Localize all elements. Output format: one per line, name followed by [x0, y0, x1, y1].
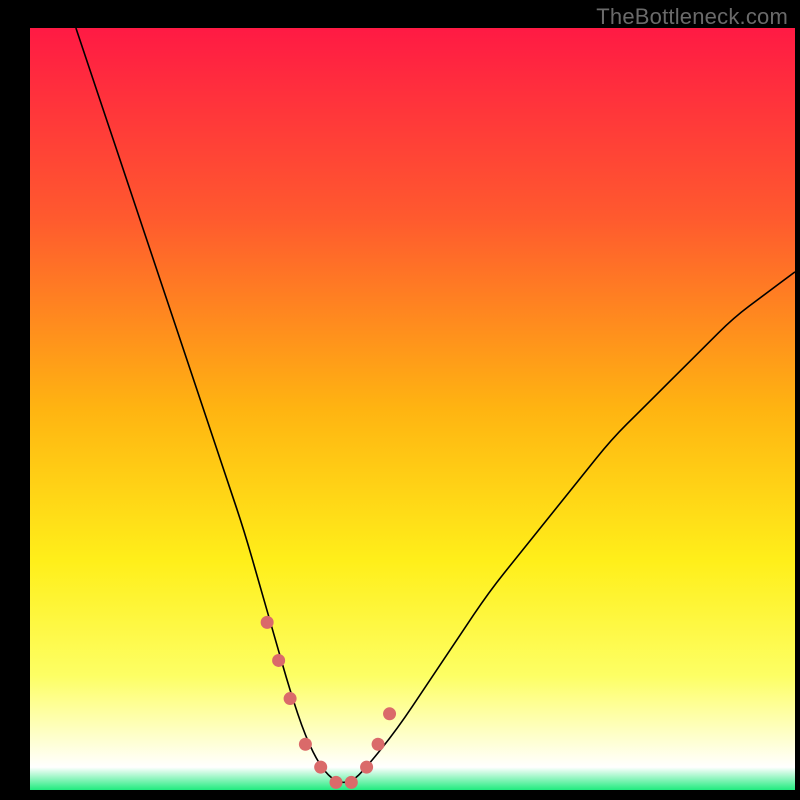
highlight-dot [372, 738, 385, 751]
highlight-dot [299, 738, 312, 751]
highlight-dot [360, 761, 373, 774]
plot-background [30, 28, 795, 790]
highlight-dot [314, 761, 327, 774]
highlight-dot [345, 776, 358, 789]
highlight-dot [383, 707, 396, 720]
bottleneck-chart [0, 0, 800, 800]
highlight-dot [330, 776, 343, 789]
watermark-text: TheBottleneck.com [596, 4, 788, 30]
highlight-dot [261, 616, 274, 629]
highlight-dot [272, 654, 285, 667]
highlight-dot [284, 692, 297, 705]
